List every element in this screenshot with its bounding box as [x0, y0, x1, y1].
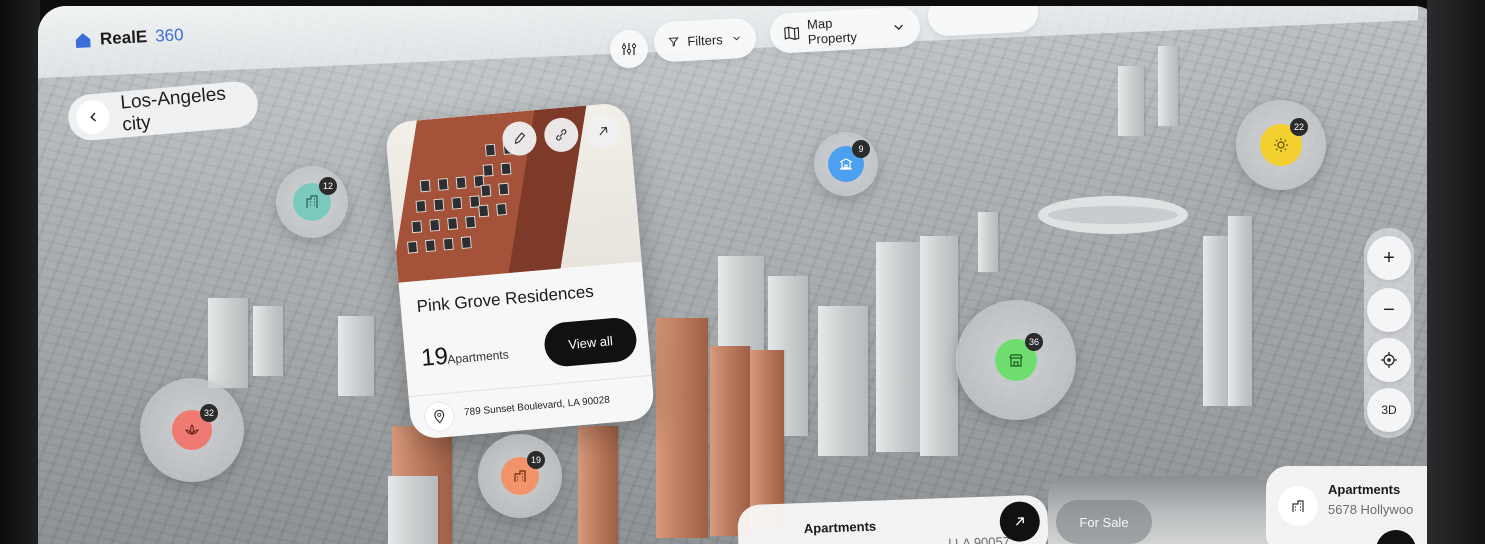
- store-icon: [1009, 354, 1023, 367]
- for-sale-badge: For Sale: [1056, 500, 1152, 544]
- crosshair-icon: [1381, 352, 1397, 368]
- arrow-up-right-icon: [599, 126, 608, 136]
- marker-count: 9: [852, 140, 870, 158]
- filters-label: Filters: [686, 31, 724, 49]
- zoom-out-button[interactable]: −: [1367, 288, 1411, 332]
- map-icon: [784, 26, 800, 40]
- device-frame: RealE 360 Filters Map Property Los-Angel…: [0, 0, 1485, 544]
- marker-count: 36: [1025, 333, 1043, 351]
- chevron-down-icon: [733, 36, 740, 41]
- view-all-button[interactable]: View all: [542, 316, 639, 369]
- open-external-button[interactable]: [584, 112, 622, 150]
- map-marker-cluster[interactable]: 32: [140, 378, 244, 482]
- map-property-button[interactable]: Map Property: [769, 6, 921, 54]
- edit-button[interactable]: [501, 120, 538, 157]
- settings-sliders-button[interactable]: [610, 30, 648, 68]
- locate-button[interactable]: [1367, 338, 1411, 382]
- pagoda-icon: [839, 158, 853, 170]
- home-icon: [75, 33, 91, 48]
- filter-icon: [668, 37, 679, 47]
- map-marker-cluster[interactable]: 9: [814, 132, 878, 196]
- stadium: [1038, 196, 1188, 234]
- marker-core: 36: [995, 333, 1043, 381]
- property-card[interactable]: Pink Grove Residences 19 Apartments View…: [384, 101, 656, 441]
- listing-title: Apartments: [803, 518, 877, 537]
- open-listing-button[interactable]: [1376, 530, 1416, 544]
- 3d-view-button[interactable]: 3D: [1367, 388, 1411, 432]
- chevron-left-icon: [89, 112, 96, 122]
- listing-title: Apartments: [1328, 482, 1401, 497]
- card-divider: [408, 374, 652, 398]
- map-controls: + − 3D: [1364, 228, 1414, 438]
- marker-core: 9: [828, 140, 870, 182]
- map-marker-cluster[interactable]: 12: [276, 166, 348, 238]
- listing-address: l LA 90057: [948, 533, 1011, 544]
- marker-core: 22: [1260, 118, 1308, 166]
- listing-address: 5678 Hollywoo: [1328, 502, 1414, 517]
- arrow-up-right-icon: [1015, 517, 1024, 526]
- city-selector[interactable]: Los-Angeles city: [66, 79, 260, 143]
- lotus-icon: [185, 424, 199, 435]
- marker-core: 32: [172, 404, 218, 450]
- map-screen[interactable]: RealE 360 Filters Map Property Los-Angel…: [38, 6, 1442, 544]
- link-icon: [556, 129, 567, 141]
- city-name: Los-Angeles city: [119, 83, 227, 136]
- zoom-in-button[interactable]: +: [1367, 236, 1411, 280]
- brand-number: 360: [154, 25, 185, 46]
- brand-name: RealE: [99, 27, 148, 49]
- back-button[interactable]: [74, 98, 112, 136]
- sun-icon: [1274, 138, 1288, 152]
- apartment-icon: [514, 470, 526, 482]
- map-marker-cluster[interactable]: 19: [478, 434, 562, 518]
- property-address: 789 Sunset Boulevard, LA 90028: [463, 394, 611, 419]
- marker-count: 22: [1290, 118, 1308, 136]
- link-button[interactable]: [542, 116, 580, 154]
- pencil-icon: [514, 132, 526, 145]
- filters-button[interactable]: Filters: [653, 17, 757, 63]
- location-pin-icon: [423, 400, 456, 433]
- sliders-icon: [621, 43, 637, 55]
- listing-card[interactable]: Apartments 5678 Hollywoo: [1266, 466, 1442, 544]
- property-title: Pink Grove Residences: [415, 281, 595, 317]
- device-bezel-right: [1427, 0, 1485, 544]
- marker-core: 19: [501, 451, 545, 495]
- marker-count: 19: [527, 451, 545, 469]
- marker-core: 12: [293, 177, 337, 221]
- apartment-icon: [1292, 500, 1304, 512]
- listing-icon-wrap: [1278, 486, 1318, 526]
- marker-count: 32: [200, 404, 218, 422]
- marker-count: 12: [319, 177, 337, 195]
- chevron-down-icon: [893, 24, 903, 31]
- listing-card[interactable]: Apartments l LA 90057: [737, 494, 1049, 544]
- device-bezel-left: [0, 0, 40, 544]
- apartment-count-label: Apartments: [446, 347, 510, 367]
- map-marker-cluster[interactable]: 36: [956, 300, 1076, 420]
- open-listing-button[interactable]: [999, 500, 1041, 543]
- building-icon: [306, 195, 318, 208]
- map-property-label: Map Property: [806, 15, 858, 47]
- apartment-count: 19: [420, 342, 450, 372]
- map-marker-cluster[interactable]: 22: [1236, 100, 1326, 190]
